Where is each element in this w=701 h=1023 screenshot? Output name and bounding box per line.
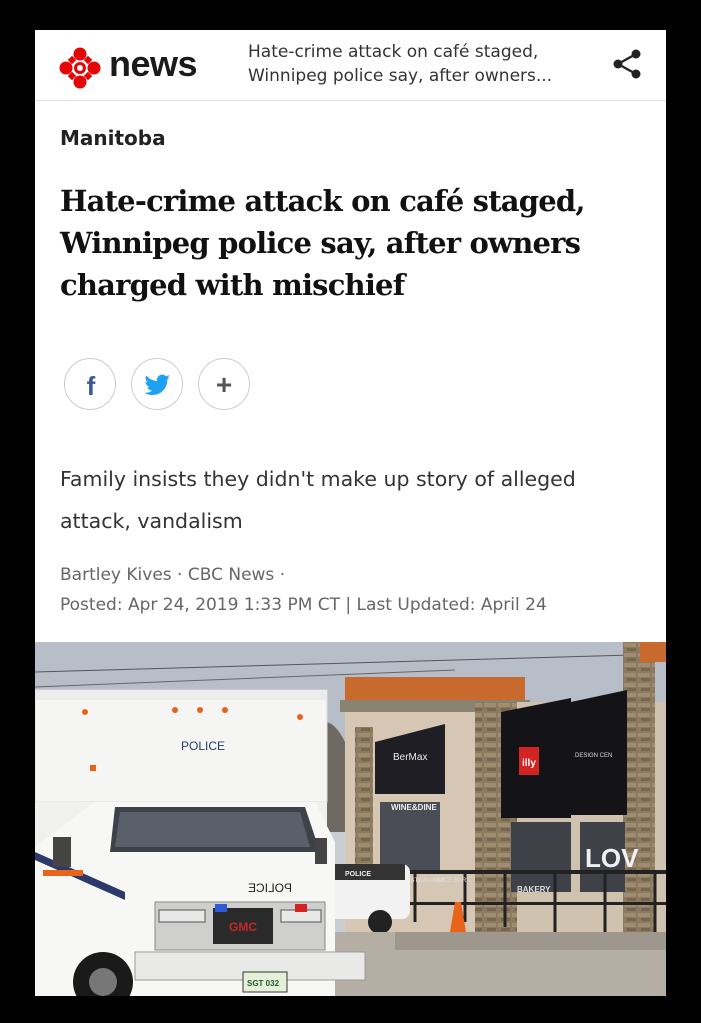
plus-glyph: + [216, 369, 232, 400]
police-car-label: POLICE [345, 871, 371, 878]
header-title-line1: Hate-crime attack on café staged, [248, 42, 539, 62]
bakery-sign: BAKERY [517, 885, 551, 894]
article-photo[interactable]: BerMax illy DESIGN CEN WINE&DINE LOV BAK… [35, 642, 666, 996]
posted-timestamp: Posted: Apr 24, 2019 1:33 PM CT | Last U… [60, 595, 547, 615]
header-title-line2: Winnipeg police say, after owners... [248, 66, 553, 86]
more-share-button[interactable]: + [198, 358, 250, 410]
wine-dine-sign: WINE&DINE [391, 803, 437, 812]
van-police-mirrored-label: POLICE [248, 881, 292, 895]
deck-line2: attack, vandalism [60, 509, 243, 533]
headline-line2: Winnipeg police say, after owners [60, 226, 581, 260]
facebook-glyph: f [87, 371, 96, 401]
headline-line1: Hate-crime attack on café staged, [60, 184, 585, 218]
illy-sign: illy [522, 758, 536, 769]
plus-icon: + [216, 369, 232, 400]
love-sign: LOV [585, 843, 639, 873]
article-deck: Family insists they didn't make up story… [60, 458, 650, 542]
facebook-icon: f [87, 371, 96, 401]
bermax-sign: BerMax [393, 752, 427, 763]
section-label[interactable]: Manitoba [60, 126, 166, 150]
gmc-badge: GMC [229, 920, 257, 934]
van-police-label: POLICE [181, 739, 225, 753]
brand-name[interactable]: news [109, 43, 198, 85]
screen: news Hate-crime attack on café staged, W… [35, 30, 666, 996]
cbc-gem-logo-icon[interactable] [59, 47, 101, 89]
twitter-share-button[interactable] [131, 358, 183, 410]
author-line[interactable]: Bartley Kives · CBC News · [60, 560, 660, 590]
twitter-icon [144, 374, 170, 395]
header-article-title: Hate-crime attack on café staged, Winnip… [248, 40, 608, 88]
share-icon[interactable] [610, 46, 646, 82]
article-headline: Hate-crime attack on café staged, Winnip… [60, 180, 640, 306]
app-header: news Hate-crime attack on café staged, W… [35, 30, 666, 101]
deck-line1: Family insists they didn't make up story… [60, 467, 576, 491]
article-byline: Bartley Kives · CBC News · Posted: Apr 2… [60, 560, 660, 620]
design-centre-sign: DESIGN CEN [575, 753, 612, 759]
headline-line3: charged with mischief [60, 268, 405, 302]
facebook-share-button[interactable]: f [64, 358, 116, 410]
license-plate: SGT 032 [247, 979, 280, 988]
